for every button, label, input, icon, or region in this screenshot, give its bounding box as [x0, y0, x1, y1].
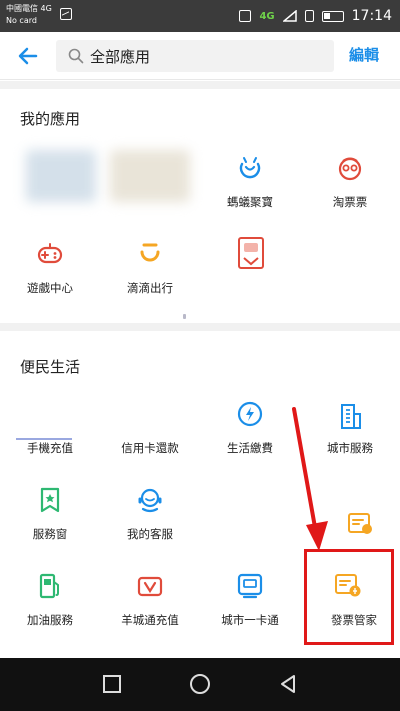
- clock: 17:14: [351, 8, 392, 24]
- app-label: 城市一卡通: [221, 613, 279, 627]
- app-label: 信用卡還款: [121, 441, 179, 455]
- app-item[interactable]: [200, 237, 300, 326]
- app-item[interactable]: [0, 150, 100, 240]
- status-bar: 中國電信 4G No card 4G 17:14: [0, 0, 400, 32]
- ant-fortune-icon: [239, 157, 261, 179]
- search-icon: [68, 48, 84, 64]
- navigation-bar: [0, 658, 400, 711]
- didi-icon: [140, 243, 160, 262]
- highlight-box: [304, 549, 394, 645]
- app-label: 遊戲中心: [27, 281, 73, 295]
- invoice-icon: [348, 513, 372, 534]
- status-right: 4G 17:14: [239, 0, 392, 32]
- city-building-icon: [341, 404, 361, 429]
- app-label: 服務窗: [32, 527, 68, 541]
- scroll-indicator: [183, 314, 186, 319]
- app-customer-service[interactable]: 我的客服: [100, 486, 200, 572]
- back-arrow-icon[interactable]: [14, 42, 42, 70]
- app-service-window[interactable]: 服務窗: [0, 486, 100, 572]
- carrier-name: 中國電信 4G: [6, 4, 52, 13]
- top-bar: 全部應用 編輯: [0, 32, 400, 80]
- carrier-info: 中國電信 4G No card: [6, 3, 52, 27]
- divider: [0, 81, 400, 89]
- city-card-icon: [237, 573, 263, 599]
- edit-button[interactable]: 編輯: [349, 44, 379, 65]
- utility-drop-icon: [237, 401, 263, 427]
- home-icon[interactable]: [188, 672, 212, 696]
- customer-service-icon: [138, 488, 162, 513]
- tao-ticket-icon: [338, 157, 362, 181]
- app-tao-ticket[interactable]: 淘票票: [300, 154, 400, 240]
- sim-status: No card: [6, 16, 37, 25]
- service-window-icon: [40, 487, 60, 513]
- app-credit-card[interactable]: 信用卡還款: [100, 400, 200, 486]
- app-label: 螞蟻聚寶: [227, 195, 273, 209]
- phone-recharge-icon: [16, 438, 72, 440]
- convenience-title: 便民生活: [20, 358, 81, 376]
- battery-icon: [321, 10, 344, 22]
- app-label: 加油服務: [27, 613, 73, 627]
- app-item[interactable]: [100, 150, 200, 240]
- back-icon[interactable]: [276, 672, 300, 696]
- app-yct-recharge[interactable]: 羊城通充值: [100, 572, 200, 658]
- gallery-notification-icon: [60, 8, 72, 20]
- gamepad-icon: [37, 243, 63, 264]
- app-label: 我的客服: [127, 527, 173, 541]
- vibrate-icon: [239, 10, 252, 22]
- app-label: 手機充值: [27, 441, 73, 455]
- blurred-app-icon: [26, 150, 96, 202]
- recent-apps-icon[interactable]: [100, 672, 124, 696]
- search-text: 全部應用: [90, 48, 151, 66]
- app-ant-fortune[interactable]: 螞蟻聚寶: [200, 154, 300, 240]
- annotation-arrow-icon: [292, 407, 328, 551]
- search-box[interactable]: 全部應用: [56, 40, 334, 72]
- sim-icon: [304, 10, 314, 22]
- app-game-center[interactable]: 遊戲中心: [0, 240, 100, 326]
- app-city-card[interactable]: 城市一卡通: [200, 572, 300, 658]
- app-phone-recharge[interactable]: 手機充值: [0, 400, 100, 486]
- red-app-icon: [238, 237, 264, 269]
- app-fuel-service[interactable]: 加油服務: [0, 572, 100, 658]
- app-label: 淘票票: [332, 195, 368, 209]
- signal-icon: [282, 10, 297, 22]
- divider: [0, 323, 400, 331]
- yct-card-icon: [137, 576, 163, 597]
- my-apps-title: 我的應用: [20, 110, 81, 128]
- app-label: 羊城通充值: [121, 613, 179, 627]
- blurred-app-icon: [110, 150, 190, 202]
- fuel-pump-icon: [39, 573, 59, 599]
- network-type: 4G: [259, 10, 275, 22]
- app-label: 滴滴出行: [127, 281, 173, 295]
